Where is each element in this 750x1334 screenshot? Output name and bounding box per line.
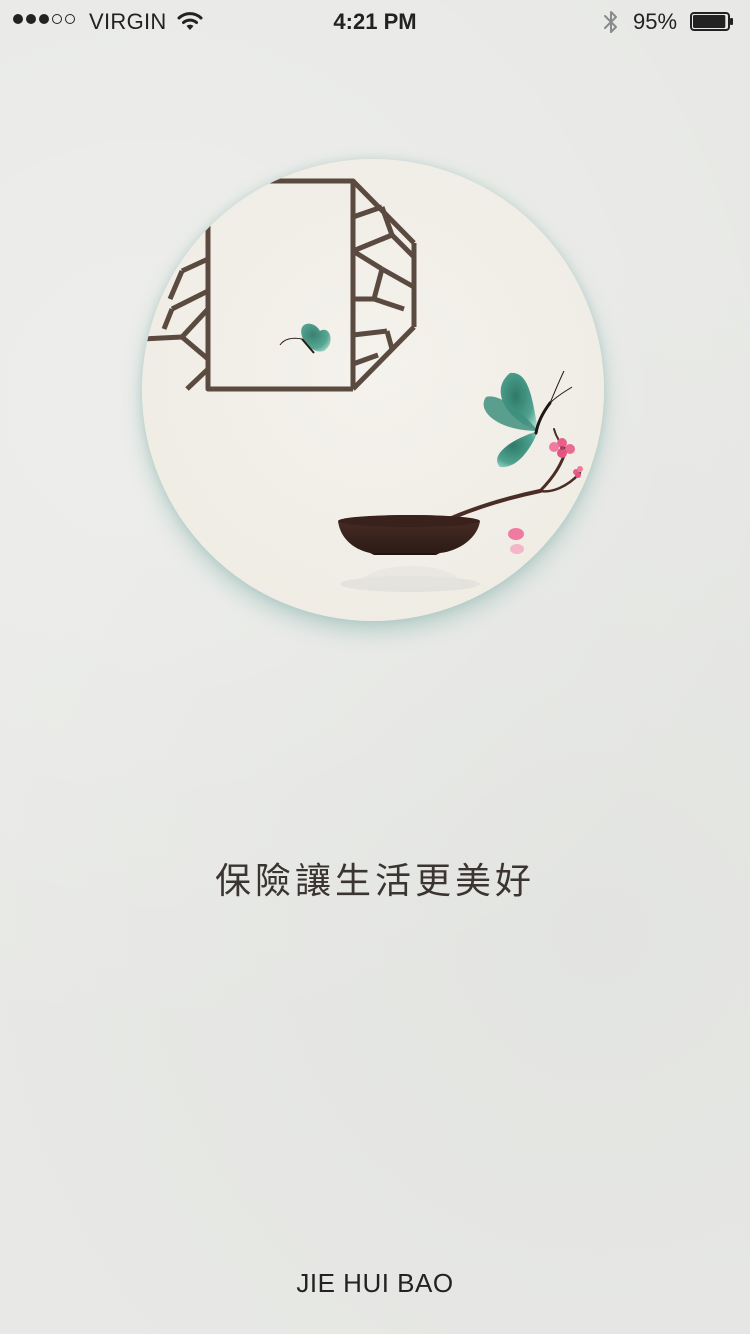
battery-icon <box>690 12 733 31</box>
slogan-text: 保險讓生活更美好 <box>214 861 535 902</box>
bluetooth-icon <box>604 11 617 33</box>
status-bar: VIRGIN 4:21 PM 95% <box>0 0 750 44</box>
brand-name: JIE HUI BAO <box>296 1268 454 1298</box>
tea-bowl-rim <box>338 515 480 527</box>
battery-fill <box>693 15 726 28</box>
illustration-canvas <box>142 159 604 621</box>
battery-percent: 95% <box>633 9 678 34</box>
splash-illustration <box>142 159 604 621</box>
tea-bowl-base <box>374 553 436 555</box>
